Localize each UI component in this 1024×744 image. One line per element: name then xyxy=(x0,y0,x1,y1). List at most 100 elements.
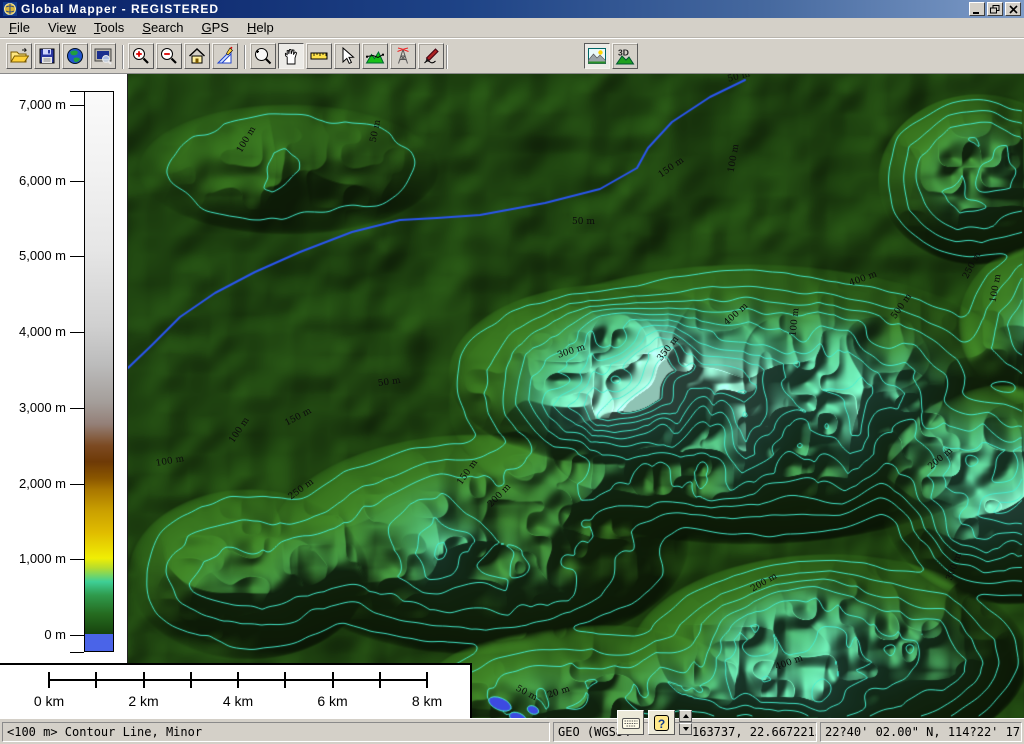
toolbar-separator xyxy=(446,45,448,69)
screen-capture-icon xyxy=(93,46,113,66)
svg-text:3D: 3D xyxy=(618,48,629,58)
minimize-button[interactable] xyxy=(969,2,985,16)
pan-tool-button[interactable] xyxy=(278,43,304,69)
restore-button[interactable] xyxy=(987,2,1003,16)
legend-tick-mark xyxy=(70,559,84,560)
legend-tick-mark xyxy=(70,332,84,333)
legend-tick-mark xyxy=(70,635,84,636)
window-title: Global Mapper - REGISTERED xyxy=(21,2,219,16)
cursor-coords-text: 163737, 22.66722137 ) xyxy=(692,725,817,739)
scale-bar-tick xyxy=(48,672,50,688)
app-globe-icon xyxy=(3,2,17,16)
map-canvas[interactable] xyxy=(128,74,1024,718)
spinner-down-button[interactable] xyxy=(679,723,692,735)
scale-bar-tick xyxy=(426,672,428,688)
toolbar-separator xyxy=(244,45,246,69)
show-images-button[interactable] xyxy=(584,43,610,69)
scale-bar-tick xyxy=(332,672,334,688)
help-button[interactable]: ? xyxy=(648,710,675,735)
legend-tick-label: 6,000 m xyxy=(2,173,66,188)
home-icon xyxy=(187,46,207,66)
draw-tool-button[interactable] xyxy=(212,43,238,69)
scale-bar: 0 km2 km4 km6 km8 km xyxy=(0,663,472,718)
legend-tick-label: 7,000 m xyxy=(2,97,66,112)
menu-search[interactable]: Search xyxy=(133,18,192,37)
save-icon xyxy=(37,46,57,66)
scale-bar-label: 2 km xyxy=(114,693,174,709)
menu-help[interactable]: Help xyxy=(238,18,283,37)
map-area[interactable]: 50 m100 m50 m150 m100 m50 m50 m300 m400 … xyxy=(128,74,1024,718)
status-bar: <100 m> Contour Line, Minor GEO (WGS84 1… xyxy=(0,718,1024,744)
path-profile-button[interactable] xyxy=(362,43,388,69)
below-sea-level-band xyxy=(85,634,113,651)
scale-bar-tick xyxy=(379,672,381,688)
restore-icon xyxy=(990,5,1000,14)
ruler-icon xyxy=(309,46,329,66)
close-icon xyxy=(1009,5,1018,14)
elevation-gradient xyxy=(85,92,113,636)
menu-view[interactable]: View xyxy=(39,18,85,37)
zoom-out-button[interactable] xyxy=(156,43,182,69)
scale-bar-tick xyxy=(190,672,192,688)
pen-icon xyxy=(421,46,441,66)
legend-tick-label: 2,000 m xyxy=(2,476,66,491)
imagery-icon xyxy=(587,46,607,66)
minimize-icon xyxy=(972,5,982,14)
scale-bar-label: 8 km xyxy=(397,693,457,709)
close-button[interactable] xyxy=(1005,2,1021,16)
globe-icon xyxy=(65,46,85,66)
legend-end-tick xyxy=(70,652,84,653)
legend-tick-label: 4,000 m xyxy=(2,324,66,339)
scale-bar-tick xyxy=(143,672,145,688)
spinner-up-button[interactable] xyxy=(679,710,692,722)
toolbar: Global Shader ▼ 3D xyxy=(0,38,1024,74)
zoom-tool-button[interactable] xyxy=(250,43,276,69)
scale-bar-label: 0 km xyxy=(19,693,79,709)
terrain-profile-icon xyxy=(365,46,385,66)
workspace: 7,000 m 6,000 m 5,000 m 4,000 m 3,000 m 2,000… xyxy=(0,74,1024,718)
save-button[interactable] xyxy=(34,43,60,69)
zoom-in-button[interactable] xyxy=(128,43,154,69)
capture-button[interactable] xyxy=(90,43,116,69)
menu-bar: FileViewToolsSearchGPSHelp xyxy=(0,18,1024,38)
legend-tick-mark xyxy=(70,484,84,485)
open-button[interactable] xyxy=(6,43,32,69)
contour-label: 50 m xyxy=(572,218,595,227)
down-arrow-icon xyxy=(683,727,689,731)
zoom-out-icon xyxy=(159,46,179,66)
scale-bar-tick xyxy=(237,672,239,688)
keyboard-entry-button[interactable] xyxy=(617,710,644,735)
legend-tick-label: 5,000 m xyxy=(2,248,66,263)
setsquare-icon xyxy=(215,46,235,66)
position-panel: 22?40' 02.00" N, 114?22' 17.89" E xyxy=(820,722,1022,742)
legend-tick-mark xyxy=(70,408,84,409)
elevation-legend: 7,000 m 6,000 m 5,000 m 4,000 m 3,000 m 2,000… xyxy=(0,74,128,663)
toolbar-separator xyxy=(122,45,124,69)
select-tool-button[interactable] xyxy=(334,43,360,69)
gps-button[interactable] xyxy=(390,43,416,69)
title-bar: Global Mapper - REGISTERED xyxy=(0,0,1024,18)
hand-icon xyxy=(281,46,301,66)
legend-tick-label: 1,000 m xyxy=(2,551,66,566)
scale-bar-label: 4 km xyxy=(208,693,268,709)
help-icon: ? xyxy=(654,715,669,731)
legend-end-tick xyxy=(70,91,84,92)
menu-gps[interactable]: GPS xyxy=(192,18,237,37)
online-data-button[interactable] xyxy=(62,43,88,69)
feature-info-text: <100 m> Contour Line, Minor xyxy=(7,725,202,739)
legend-tick-label: 3,000 m xyxy=(2,400,66,415)
global-mapper-window: Global Mapper - REGISTERED FileViewTools… xyxy=(0,0,1024,744)
digitizer-button[interactable] xyxy=(418,43,444,69)
legend-tick-mark xyxy=(70,181,84,182)
open-folder-icon xyxy=(9,46,29,66)
3d-view-button[interactable]: 3D xyxy=(612,43,638,69)
menu-file[interactable]: File xyxy=(0,18,39,37)
full-view-button[interactable] xyxy=(184,43,210,69)
keyboard-icon xyxy=(622,717,640,729)
measure-tool-button[interactable] xyxy=(306,43,332,69)
scale-bar-tick xyxy=(95,672,97,688)
legend-tick-mark xyxy=(70,105,84,106)
menu-tools[interactable]: Tools xyxy=(85,18,133,37)
3d-icon: 3D xyxy=(615,46,635,66)
elevation-colorbar xyxy=(84,91,114,652)
